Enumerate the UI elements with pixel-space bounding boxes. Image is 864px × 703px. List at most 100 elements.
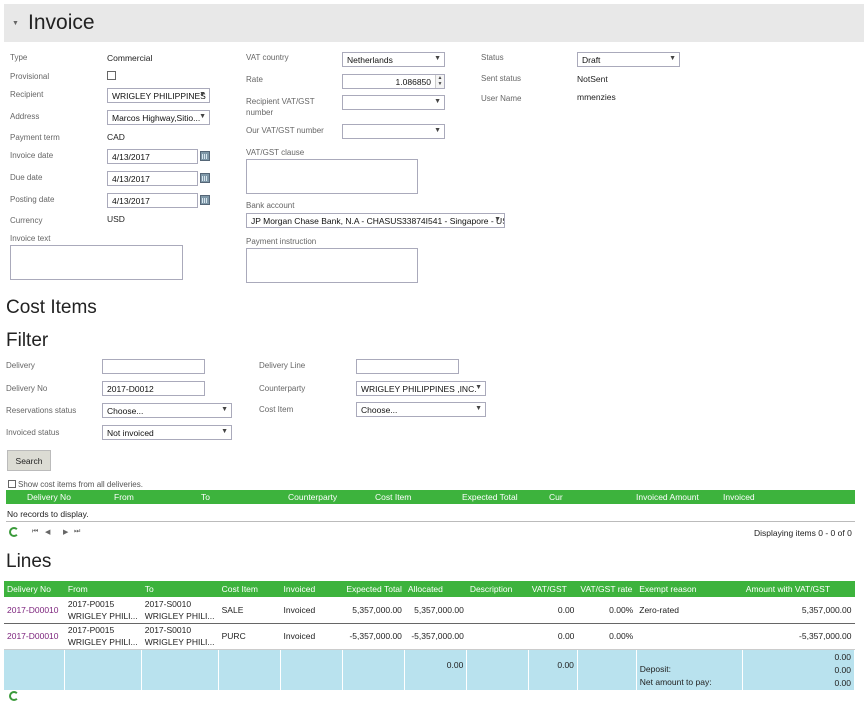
delivery-input[interactable] bbox=[102, 359, 205, 374]
calendar-icon[interactable] bbox=[200, 195, 210, 205]
amount-cell: -5,357,000.00 bbox=[742, 623, 855, 650]
recipient-vat-select[interactable]: ▼ bbox=[342, 95, 445, 110]
vat-clause-label: VAT/GST clause bbox=[246, 148, 305, 157]
description-cell bbox=[466, 597, 529, 624]
reservations-status-label: Reservations status bbox=[6, 406, 77, 415]
our-vat-select[interactable]: ▼ bbox=[342, 124, 445, 139]
invoice-date-input[interactable]: 4/13/2017 bbox=[107, 149, 198, 164]
delivery-no-input[interactable]: 2017-D0012 bbox=[102, 381, 205, 396]
col-vat[interactable]: VAT/GST bbox=[528, 581, 578, 597]
cost-item-cell: PURC bbox=[218, 623, 281, 650]
vat-clause-area[interactable] bbox=[246, 159, 418, 194]
address-label: Address bbox=[10, 112, 40, 121]
col-counterparty[interactable]: Counterparty bbox=[288, 492, 337, 502]
col-expected-total[interactable]: Expected Total bbox=[462, 492, 518, 502]
from-id: 2017-P0015 bbox=[67, 598, 115, 609]
calendar-icon[interactable] bbox=[200, 173, 210, 183]
show-all-checkbox[interactable] bbox=[8, 480, 16, 488]
posting-date-input[interactable]: 4/13/2017 bbox=[107, 193, 198, 208]
rate-input[interactable]: 1.086850 ▲ ▼ bbox=[342, 74, 445, 89]
table-row: 2017-D00010 2017-P0015 WRIGLEY PHILI... 2… bbox=[4, 597, 855, 624]
col-from[interactable]: From bbox=[64, 581, 142, 597]
provisional-checkbox[interactable] bbox=[107, 71, 116, 80]
chevron-down-icon: ▼ bbox=[475, 405, 482, 412]
recipient-select[interactable]: WRIGLEY PHILIPPINES ,... ▼ bbox=[107, 88, 210, 103]
payment-instruction-area[interactable] bbox=[246, 248, 418, 283]
vat-rate-cell: 0.00% bbox=[577, 597, 637, 624]
vat-country-value: Netherlands bbox=[347, 55, 393, 65]
next-page-icon[interactable]: ▶ bbox=[63, 528, 68, 536]
address-select[interactable]: Marcos Highway,Sitio... ▼ bbox=[107, 110, 210, 125]
delivery-line-input[interactable] bbox=[356, 359, 459, 374]
prev-page-icon[interactable]: ◀ bbox=[45, 528, 50, 536]
vat-cell: 0.00 bbox=[528, 623, 578, 650]
col-invoiced[interactable]: Invoiced bbox=[723, 492, 755, 502]
recipient-select-value: WRIGLEY PHILIPPINES ,... bbox=[112, 91, 210, 101]
calendar-icon[interactable] bbox=[200, 151, 210, 161]
chevron-down-icon: ▼ bbox=[199, 113, 206, 120]
status-select[interactable]: Draft ▼ bbox=[577, 52, 680, 67]
col-cost-item[interactable]: Cost Item bbox=[375, 492, 411, 502]
spinner-arrows-icon[interactable]: ▲ ▼ bbox=[435, 75, 444, 88]
col-delivery-no[interactable]: Delivery No bbox=[27, 492, 71, 502]
vat-country-select[interactable]: Netherlands ▼ bbox=[342, 52, 445, 67]
from-party: WRIGLEY PHILI... bbox=[67, 610, 138, 621]
reservations-status-select[interactable]: Choose... ▼ bbox=[102, 403, 232, 418]
refresh-icon[interactable] bbox=[9, 691, 19, 701]
deposit-label: Deposit: bbox=[639, 663, 671, 674]
invoiced-status-select[interactable]: Not invoiced ▼ bbox=[102, 425, 232, 440]
our-vat-label: Our VAT/GST number bbox=[246, 126, 324, 135]
cost-item-cell: SALE bbox=[218, 597, 281, 624]
cost-item-select[interactable]: Choose... ▼ bbox=[356, 402, 486, 417]
counterparty-select[interactable]: WRIGLEY PHILIPPINES ,INC. ▼ bbox=[356, 381, 486, 396]
col-to[interactable]: To bbox=[201, 492, 210, 502]
net-amount-label: Net amount to pay: bbox=[639, 676, 712, 687]
col-amount-with-vat[interactable]: Amount with VAT/GST bbox=[742, 581, 855, 597]
first-page-icon[interactable]: ⏮ bbox=[32, 528, 38, 536]
page-title: Invoice bbox=[28, 11, 95, 34]
type-value: Commercial bbox=[107, 53, 153, 63]
pager-status: Displaying items 0 - 0 of 0 bbox=[754, 528, 852, 538]
invoice-text-area[interactable] bbox=[10, 245, 183, 280]
col-cur[interactable]: Cur bbox=[549, 492, 563, 502]
delivery-no-link[interactable]: 2017-D00010 bbox=[4, 623, 65, 650]
invoice-date-label: Invoice date bbox=[10, 151, 54, 160]
amount-cell: 5,357,000.00 bbox=[742, 597, 855, 624]
rate-value: 1.086850 bbox=[395, 77, 431, 87]
search-button[interactable]: Search bbox=[7, 450, 51, 471]
reservations-status-value: Choose... bbox=[107, 406, 144, 416]
deposit-value: 0.00 bbox=[834, 664, 851, 675]
exempt-reason-cell bbox=[636, 623, 743, 650]
col-expected-total[interactable]: Expected Total bbox=[342, 581, 405, 597]
rate-label: Rate bbox=[246, 75, 263, 84]
col-invoiced[interactable]: Invoiced bbox=[280, 581, 343, 597]
due-date-input[interactable]: 4/13/2017 bbox=[107, 171, 198, 186]
cost-items-heading: Cost Items bbox=[6, 297, 97, 318]
counterparty-value: WRIGLEY PHILIPPINES ,INC. bbox=[361, 384, 477, 394]
col-exempt-reason[interactable]: Exempt reason bbox=[636, 581, 743, 597]
collapse-triangle-icon[interactable]: ▼ bbox=[12, 20, 19, 27]
col-allocated[interactable]: Allocated bbox=[404, 581, 467, 597]
col-from[interactable]: From bbox=[114, 492, 134, 502]
currency-value: USD bbox=[107, 214, 125, 224]
col-description[interactable]: Description bbox=[466, 581, 529, 597]
chevron-down-icon: ▼ bbox=[669, 55, 676, 62]
last-page-icon[interactable]: ⏭ bbox=[74, 528, 80, 536]
to-id: 2017-S0010 bbox=[144, 625, 192, 635]
col-cost-item[interactable]: Cost Item bbox=[218, 581, 281, 597]
bank-account-select[interactable]: JP Morgan Chase Bank, N.A - CHASUS33874I… bbox=[246, 213, 505, 228]
sent-status-value: NotSent bbox=[577, 74, 608, 84]
to-id: 2017-S0010 bbox=[144, 598, 192, 609]
delivery-no-link[interactable]: 2017-D00010 bbox=[4, 597, 65, 624]
cost-item-label: Cost Item bbox=[259, 405, 294, 414]
chevron-down-icon: ▼ bbox=[434, 55, 441, 62]
vat-country-label: VAT country bbox=[246, 53, 289, 62]
payment-term-label: Payment term bbox=[10, 133, 60, 142]
col-invoiced-amount[interactable]: Invoiced Amount bbox=[636, 492, 699, 502]
col-to[interactable]: To bbox=[141, 581, 219, 597]
bank-account-label: Bank account bbox=[246, 201, 295, 210]
refresh-icon[interactable] bbox=[9, 527, 19, 537]
allocated-cell: -5,357,000.00 bbox=[404, 623, 467, 650]
col-vat-rate[interactable]: VAT/GST rate bbox=[577, 581, 637, 597]
col-delivery-no[interactable]: Delivery No bbox=[4, 581, 65, 597]
